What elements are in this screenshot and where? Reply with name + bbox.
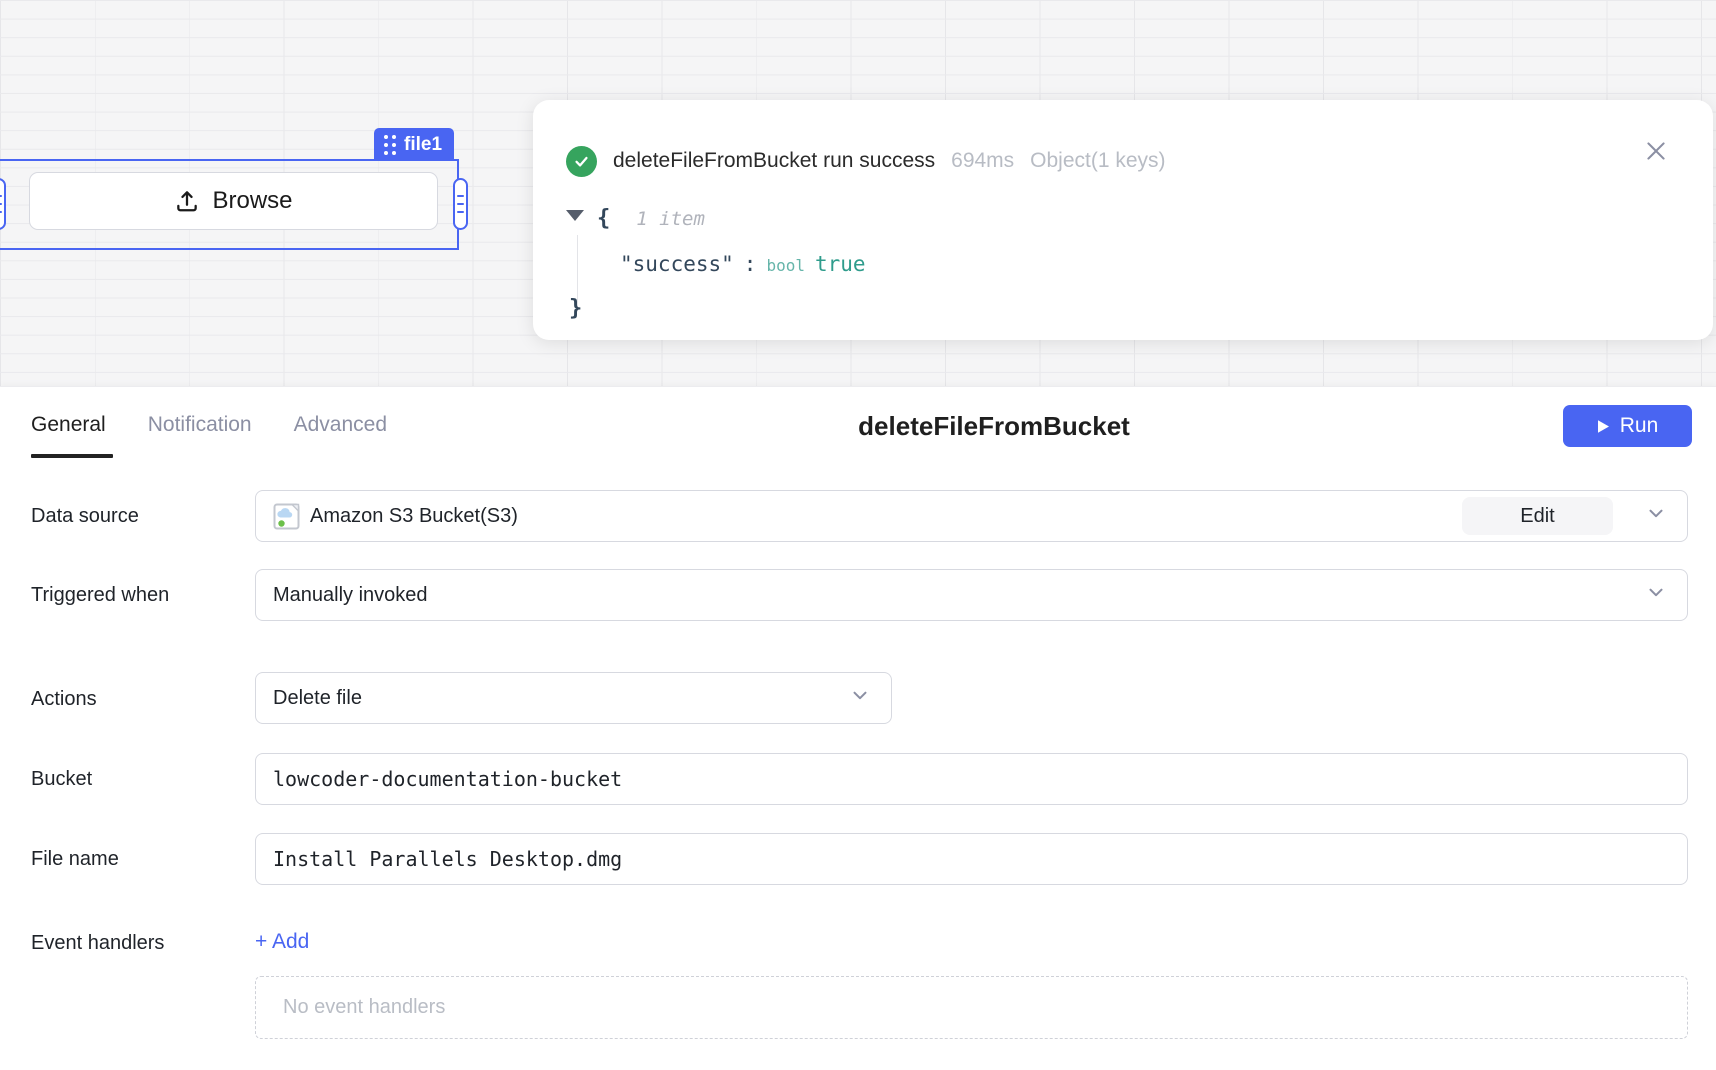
editor-tabs: General Notification Advanced bbox=[31, 413, 387, 458]
triggered-when-select[interactable]: Manually invoked bbox=[255, 569, 1688, 621]
json-close-row: } bbox=[569, 296, 582, 321]
s3-datasource-icon bbox=[273, 503, 300, 530]
add-event-handler-button[interactable]: + Add bbox=[255, 930, 309, 954]
component-drag-tag[interactable]: file1 bbox=[374, 128, 454, 161]
selected-component-file1[interactable]: file1 Browse bbox=[0, 159, 459, 250]
triggered-when-value: Manually invoked bbox=[273, 584, 428, 607]
json-open-brace: { bbox=[597, 206, 610, 231]
tab-advanced[interactable]: Advanced bbox=[294, 413, 387, 458]
actions-label: Actions bbox=[31, 687, 97, 711]
json-value-type: bool bbox=[766, 256, 805, 275]
data-source-label: Data source bbox=[31, 504, 139, 528]
edit-datasource-button[interactable]: Edit bbox=[1462, 497, 1613, 535]
chevron-down-icon[interactable] bbox=[849, 684, 871, 712]
success-check-icon bbox=[566, 146, 597, 177]
browse-button-label: Browse bbox=[212, 187, 292, 215]
data-source-value: Amazon S3 Bucket(S3) bbox=[310, 505, 518, 528]
run-result-panel: deleteFileFromBucket run success 694ms O… bbox=[533, 100, 1713, 340]
bucket-value: lowcoder-documentation-bucket bbox=[273, 767, 622, 791]
play-icon bbox=[1597, 419, 1610, 434]
resize-handle-left[interactable] bbox=[0, 178, 6, 230]
run-button-label: Run bbox=[1620, 414, 1659, 438]
tab-notification[interactable]: Notification bbox=[148, 413, 252, 458]
chevron-down-icon[interactable] bbox=[1645, 502, 1667, 530]
file-name-value: Install Parallels Desktop.dmg bbox=[273, 847, 622, 871]
json-items-hint: 1 item bbox=[636, 208, 705, 230]
drag-handle-icon bbox=[384, 135, 396, 155]
json-value: true bbox=[815, 252, 866, 276]
lowcoder-app: file1 Browse bbox=[0, 0, 1716, 1070]
actions-value: Delete file bbox=[273, 687, 362, 710]
event-handlers-empty-box: No event handlers bbox=[255, 976, 1688, 1039]
component-name-label: file1 bbox=[404, 134, 442, 156]
actions-select[interactable]: Delete file bbox=[255, 672, 892, 724]
run-result-title: deleteFileFromBucket run success bbox=[613, 149, 935, 173]
json-colon: : bbox=[744, 252, 757, 276]
browse-button[interactable]: Browse bbox=[29, 172, 438, 230]
upload-icon bbox=[174, 188, 200, 214]
resize-handle-right[interactable] bbox=[453, 178, 468, 230]
json-key: "success" bbox=[620, 252, 734, 276]
run-result-header: deleteFileFromBucket run success 694ms O… bbox=[566, 144, 1673, 178]
close-icon[interactable] bbox=[1641, 136, 1671, 166]
run-result-meta: Object(1 keys) bbox=[1030, 149, 1165, 173]
json-root-row: { 1 item bbox=[566, 206, 705, 231]
triggered-when-label: Triggered when bbox=[31, 583, 169, 607]
chevron-down-icon[interactable] bbox=[1645, 581, 1667, 609]
tab-general[interactable]: General bbox=[31, 413, 106, 458]
query-editor-panel: General Notification Advanced deleteFile… bbox=[0, 386, 1716, 1070]
event-handlers-label: Event handlers bbox=[31, 931, 164, 955]
json-close-brace: } bbox=[569, 296, 582, 321]
file-name-input[interactable]: Install Parallels Desktop.dmg bbox=[255, 833, 1688, 885]
run-duration: 694ms bbox=[951, 149, 1014, 173]
data-source-select[interactable]: Amazon S3 Bucket(S3) Edit bbox=[255, 490, 1688, 542]
design-canvas[interactable]: file1 Browse bbox=[0, 0, 1716, 386]
collapse-caret-icon[interactable] bbox=[566, 210, 584, 221]
bucket-label: Bucket bbox=[31, 767, 92, 791]
file-name-label: File name bbox=[31, 847, 119, 871]
query-title: deleteFileFromBucket bbox=[858, 411, 1130, 442]
json-entry-row: "success" : bool true bbox=[620, 252, 866, 276]
bucket-input[interactable]: lowcoder-documentation-bucket bbox=[255, 753, 1688, 805]
run-button[interactable]: Run bbox=[1563, 405, 1692, 447]
event-handlers-empty-text: No event handlers bbox=[283, 996, 445, 1019]
